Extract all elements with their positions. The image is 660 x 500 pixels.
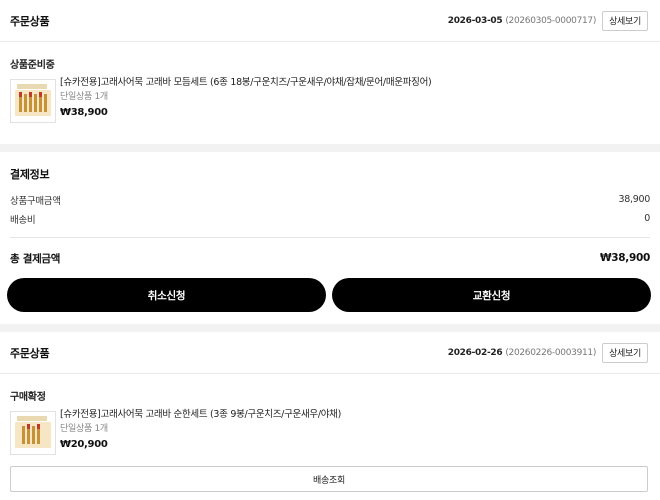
cancel-request-button[interactable]: 취소신청 (7, 278, 326, 312)
product-thumbnail[interactable] (10, 411, 56, 455)
product-quantity: 단일상품 1개 (60, 424, 108, 434)
order-card-2: 주문상품 2026-02-26 (20260226-0003911) 상세보기 … (0, 332, 660, 500)
payment-row-value: 0 (644, 213, 650, 224)
product-name[interactable]: [슈카전용]고래사어묵 고래바 모듬세트 (6종 18봉/구운치즈/구운새우/야… (60, 76, 432, 90)
section-divider (0, 324, 660, 332)
product-quantity: 단일상품 1개 (60, 92, 108, 102)
exchange-request-button[interactable]: 교환신청 (332, 278, 651, 312)
product-price: ₩38,900 (60, 107, 108, 118)
order-actions: 취소신청 교환신청 (0, 278, 660, 324)
order-number: (20260226-0003911) (505, 347, 597, 358)
payment-title: 결제정보 (10, 168, 50, 181)
order-card-1: 주문상품 2026-03-05 (20260305-0000717) 상세보기 … (0, 0, 660, 144)
total-value: ₩38,900 (599, 252, 650, 264)
track-wrap: 배송조회 (0, 456, 660, 500)
order-status: 구매확정 (10, 392, 46, 403)
section-title: 주문상품 (10, 346, 50, 360)
total-label: 총 결제금액 (10, 252, 61, 265)
payment-row-shipping: 배송비 0 (10, 209, 650, 228)
payment-row-label: 상품구매금액 (10, 195, 61, 207)
payment-total: 총 결제금액 ₩38,900 (10, 238, 650, 278)
order-meta: 2026-03-05 (20260305-0000717) 상세보기 (447, 10, 648, 31)
track-delivery-button[interactable]: 배송조회 (10, 466, 648, 492)
product-price: ₩20,900 (60, 439, 108, 450)
order-meta: 2026-02-26 (20260226-0003911) 상세보기 (447, 342, 648, 363)
detail-button[interactable]: 상세보기 (602, 342, 648, 363)
order-header: 주문상품 2026-03-05 (20260305-0000717) 상세보기 (0, 0, 660, 42)
order-item: [슈카전용]고래사어묵 고래바 순한세트 (3종 9봉/구운치즈/구운새우/야채… (0, 406, 660, 456)
order-header: 주문상품 2026-02-26 (20260226-0003911) 상세보기 (0, 332, 660, 374)
payment-info: 결제정보 상품구매금액 38,900 배송비 0 총 결제금액 ₩38,900 (0, 152, 660, 278)
payment-row-subtotal: 상품구매금액 38,900 (10, 190, 650, 209)
order-item: [슈카전용]고래사어묵 고래바 모듬세트 (6종 18봉/구운치즈/구운새우/야… (0, 74, 660, 144)
order-date: 2026-03-05 (447, 15, 503, 26)
detail-button[interactable]: 상세보기 (602, 10, 648, 31)
payment-row-label: 배송비 (10, 214, 36, 226)
order-date: 2026-02-26 (447, 347, 503, 358)
product-name[interactable]: [슈카전용]고래사어묵 고래바 순한세트 (3종 9봉/구운치즈/구운새우/야채… (60, 408, 341, 422)
section-title: 주문상품 (10, 14, 50, 28)
product-thumbnail[interactable] (10, 79, 56, 123)
section-divider (0, 144, 660, 152)
order-status: 상품준비중 (10, 60, 55, 71)
payment-row-value: 38,900 (618, 194, 651, 205)
order-number: (20260305-0000717) (505, 15, 597, 26)
